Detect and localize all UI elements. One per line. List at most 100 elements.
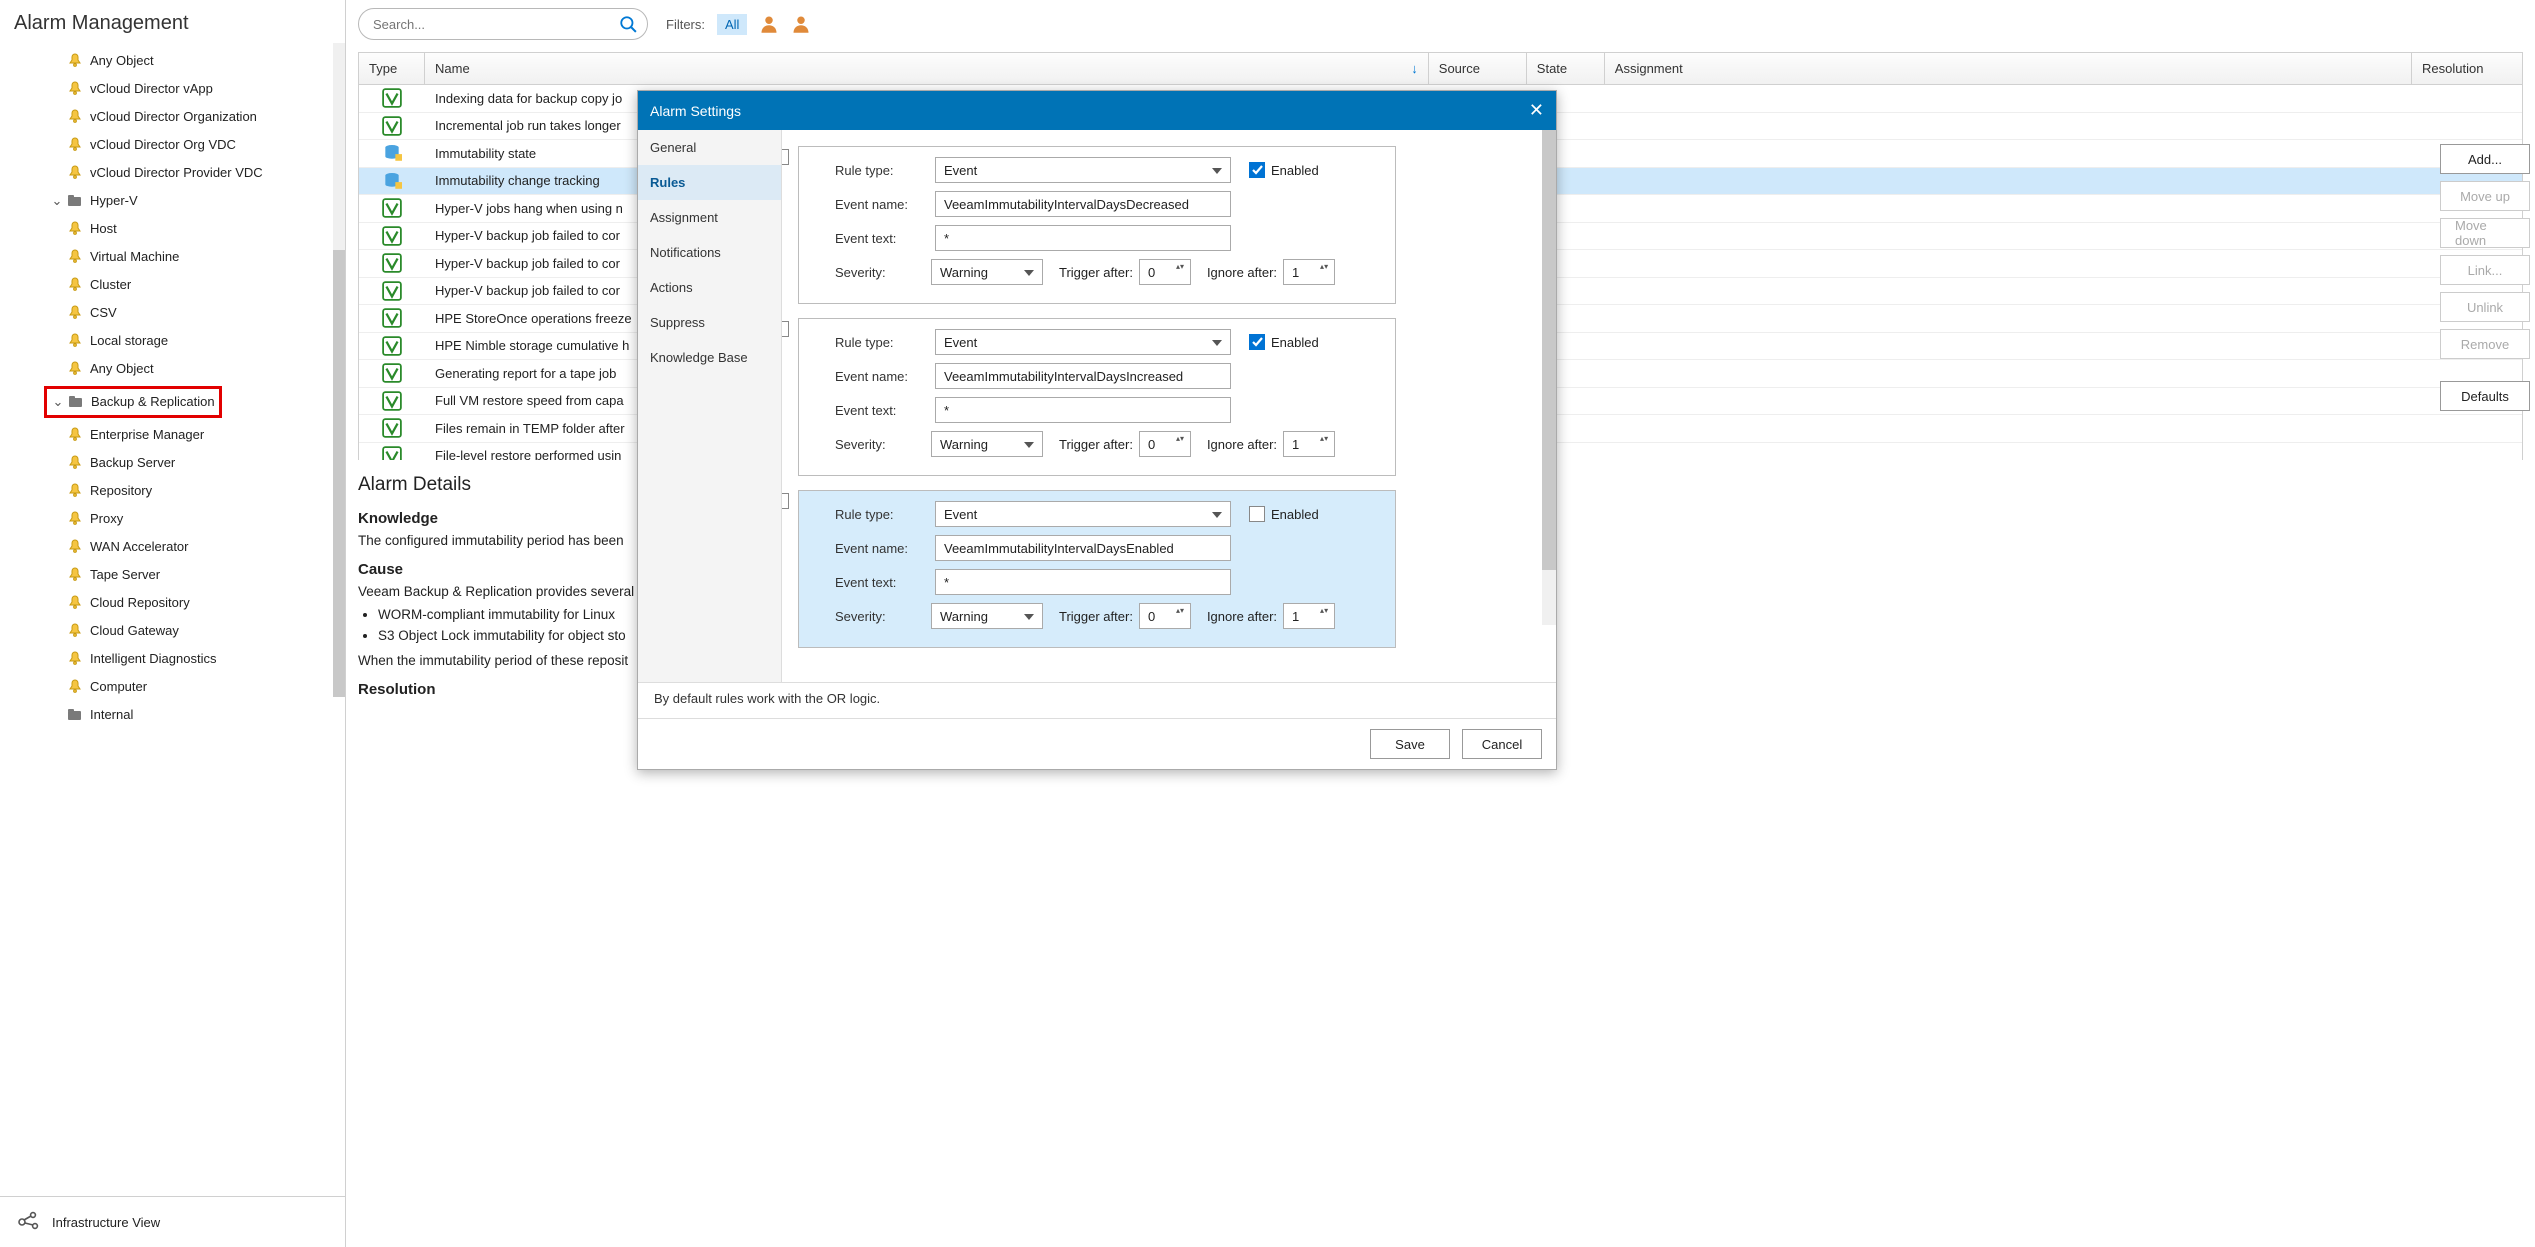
close-icon[interactable]: ✕ <box>1529 100 1544 121</box>
col-type[interactable]: Type <box>359 53 425 84</box>
move-down-button[interactable]: Move down <box>2440 218 2530 248</box>
tree-item-19[interactable]: Cloud Repository <box>30 589 345 617</box>
tree-item-16[interactable]: Proxy <box>30 505 345 533</box>
filter-person-icon[interactable] <box>759 14 779 34</box>
spinner-icon[interactable]: ▴▾ <box>1320 606 1332 615</box>
tree-item-14[interactable]: Backup Server <box>30 449 345 477</box>
tree-scrollbar[interactable] <box>333 55 345 697</box>
tab-knowledge-base[interactable]: Knowledge Base <box>638 340 781 375</box>
severity-select[interactable]: Warning <box>931 603 1043 629</box>
search-icon[interactable] <box>619 15 637 33</box>
filter-all[interactable]: All <box>717 14 747 35</box>
spinner-icon[interactable]: ▴▾ <box>1320 434 1332 443</box>
event-text-input[interactable]: * <box>935 225 1231 251</box>
ignore-after-input[interactable]: 1▴▾ <box>1283 431 1335 457</box>
tab-notifications[interactable]: Notifications <box>638 235 781 270</box>
col-assignment[interactable]: Assignment <box>1605 53 2412 84</box>
remove-button[interactable]: Remove <box>2440 329 2530 359</box>
event-text-input[interactable]: * <box>935 397 1231 423</box>
tree-item-label: Any Object <box>90 50 154 72</box>
link-button[interactable]: Link... <box>2440 255 2530 285</box>
ignore-after-input[interactable]: 1▴▾ <box>1283 603 1335 629</box>
severity-select[interactable]: Warning <box>931 259 1043 285</box>
tree-item-17[interactable]: WAN Accelerator <box>30 533 345 561</box>
trigger-after-input[interactable]: 0▴▾ <box>1139 603 1191 629</box>
tree-item-0[interactable]: Any Object <box>30 47 345 75</box>
tree-item-2[interactable]: vCloud Director Organization <box>30 103 345 131</box>
enabled-checkbox[interactable]: Enabled <box>1249 334 1319 350</box>
tree-item-9[interactable]: CSV <box>30 299 345 327</box>
tree-item-3[interactable]: vCloud Director Org VDC <box>30 131 345 159</box>
tree-item-5[interactable]: ⌄Hyper-V <box>30 187 345 215</box>
toolbar: Filters: All <box>346 0 2535 46</box>
search-box[interactable] <box>358 8 648 40</box>
search-input[interactable] <box>373 17 619 32</box>
event-name-input[interactable]: VeeamImmutabilityIntervalDaysEnabled <box>935 535 1231 561</box>
enabled-checkbox[interactable]: Enabled <box>1249 506 1319 522</box>
infrastructure-view-nav[interactable]: Infrastructure View <box>0 1197 345 1247</box>
rule-checkbox[interactable] <box>782 493 789 509</box>
rule-card[interactable]: Rule type:EventEnabledEvent name:VeeamIm… <box>798 490 1396 648</box>
tree-item-6[interactable]: Host <box>30 215 345 243</box>
tab-suppress[interactable]: Suppress <box>638 305 781 340</box>
rule-type-select[interactable]: Event <box>935 501 1231 527</box>
ignore-after-input[interactable]: 1▴▾ <box>1283 259 1335 285</box>
scrollbar-thumb[interactable] <box>333 250 345 697</box>
tab-actions[interactable]: Actions <box>638 270 781 305</box>
tree-item-23[interactable]: Internal <box>30 701 345 729</box>
col-name[interactable]: Name↓ <box>425 53 1429 84</box>
tree-item-10[interactable]: Local storage <box>30 327 345 355</box>
rules-scrollbar-thumb[interactable] <box>1542 130 1556 570</box>
add-button[interactable]: Add... <box>2440 144 2530 174</box>
expander-icon[interactable]: ⌄ <box>51 391 65 413</box>
rule-card[interactable]: Rule type:EventEnabledEvent name:VeeamIm… <box>798 146 1396 304</box>
rule-checkbox[interactable] <box>782 321 789 337</box>
event-text-input[interactable]: * <box>935 569 1231 595</box>
sort-desc-icon: ↓ <box>1411 61 1418 76</box>
col-state[interactable]: State <box>1527 53 1605 84</box>
move-up-button[interactable]: Move up <box>2440 181 2530 211</box>
event-name-input[interactable]: VeeamImmutabilityIntervalDaysIncreased <box>935 363 1231 389</box>
rule-checkbox[interactable] <box>782 149 789 165</box>
tree-item-18[interactable]: Tape Server <box>30 561 345 589</box>
trigger-after-input[interactable]: 0▴▾ <box>1139 259 1191 285</box>
tree-item-8[interactable]: Cluster <box>30 271 345 299</box>
spinner-icon[interactable]: ▴▾ <box>1176 262 1188 271</box>
infrastructure-view-label: Infrastructure View <box>52 1215 160 1230</box>
cancel-button[interactable]: Cancel <box>1462 729 1542 759</box>
defaults-button[interactable]: Defaults <box>2440 381 2530 411</box>
event-name-input[interactable]: VeeamImmutabilityIntervalDaysDecreased <box>935 191 1231 217</box>
tab-general[interactable]: General <box>638 130 781 165</box>
expander-icon[interactable]: ⌄ <box>50 190 64 212</box>
tree-item-13[interactable]: Enterprise Manager <box>30 421 345 449</box>
rule-type-select[interactable]: Event <box>935 157 1231 183</box>
folder-icon <box>67 393 85 411</box>
spinner-icon[interactable]: ▴▾ <box>1320 262 1332 271</box>
spinner-icon[interactable]: ▴▾ <box>1176 434 1188 443</box>
filter-person2-icon[interactable] <box>791 14 811 34</box>
col-source[interactable]: Source <box>1429 53 1527 84</box>
severity-select[interactable]: Warning <box>931 431 1043 457</box>
rules-scrollbar[interactable] <box>1542 130 1556 625</box>
tree-item-1[interactable]: vCloud Director vApp <box>30 75 345 103</box>
tree-item-12[interactable]: ⌄Backup & Replication <box>30 383 345 421</box>
enabled-checkbox[interactable]: Enabled <box>1249 162 1319 178</box>
tree-item-11[interactable]: Any Object <box>30 355 345 383</box>
rule-type-select[interactable]: Event <box>935 329 1231 355</box>
tree-item-7[interactable]: Virtual Machine <box>30 243 345 271</box>
save-button[interactable]: Save <box>1370 729 1450 759</box>
tree-item-22[interactable]: Computer <box>30 673 345 701</box>
vbr-icon <box>382 88 402 108</box>
spinner-icon[interactable]: ▴▾ <box>1176 606 1188 615</box>
tab-rules[interactable]: Rules <box>638 165 781 200</box>
col-resolution[interactable]: Resolution <box>2412 53 2522 84</box>
trigger-after-input[interactable]: 0▴▾ <box>1139 431 1191 457</box>
tab-assignment[interactable]: Assignment <box>638 200 781 235</box>
rule-card[interactable]: Rule type:EventEnabledEvent name:VeeamIm… <box>798 318 1396 476</box>
tree-item-21[interactable]: Intelligent Diagnostics <box>30 645 345 673</box>
unlink-button[interactable]: Unlink <box>2440 292 2530 322</box>
tree-item-4[interactable]: vCloud Director Provider VDC <box>30 159 345 187</box>
tree-item-20[interactable]: Cloud Gateway <box>30 617 345 645</box>
bell-icon <box>66 566 84 584</box>
tree-item-15[interactable]: Repository <box>30 477 345 505</box>
